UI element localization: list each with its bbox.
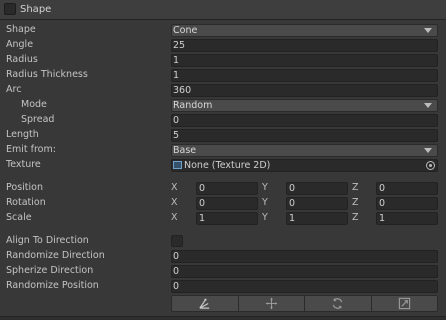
chevron-down-icon xyxy=(424,148,432,153)
chevron-down-icon xyxy=(424,103,432,108)
randomize-position-field[interactable]: 0 xyxy=(171,280,438,293)
randomize-direction-field[interactable]: 0 xyxy=(171,250,438,263)
position-x-field[interactable]: 0 xyxy=(196,182,258,195)
rotation-y-field[interactable]: 0 xyxy=(286,197,348,210)
scale-x-axis-label: X xyxy=(171,212,178,223)
shape-dropdown[interactable]: Cone xyxy=(171,24,438,37)
length-label: Length xyxy=(6,129,39,140)
chevron-down-icon xyxy=(424,28,432,33)
spread-label: Spread xyxy=(21,114,55,125)
panel-bottom-border xyxy=(0,316,446,320)
rotation-z-field[interactable]: 0 xyxy=(376,197,438,210)
move-tool-button[interactable] xyxy=(237,296,305,311)
angle-label: Angle xyxy=(6,39,34,50)
scale-z-field[interactable]: 1 xyxy=(376,212,438,225)
scale-label: Scale xyxy=(6,212,32,223)
position-z-field[interactable]: 0 xyxy=(376,182,438,195)
rotation-y-axis-label: Y xyxy=(262,197,268,208)
edit-shape-button[interactable] xyxy=(172,296,238,311)
spread-field[interactable]: 0 xyxy=(171,114,438,127)
position-y-field[interactable]: 0 xyxy=(286,182,348,195)
arc-field[interactable]: 360 xyxy=(171,84,438,97)
rotation-x-axis-label: X xyxy=(171,197,178,208)
scale-y-field[interactable]: 1 xyxy=(286,212,348,225)
module-enabled-checkbox[interactable] xyxy=(4,3,16,15)
align-to-direction-checkbox[interactable] xyxy=(171,235,183,247)
align-to-direction-label: Align To Direction xyxy=(6,235,89,246)
shape-gizmo-toolbar xyxy=(171,295,438,312)
randomize-position-label: Randomize Position xyxy=(6,280,99,291)
radius-field[interactable]: 1 xyxy=(171,54,438,67)
mode-dropdown[interactable]: Random xyxy=(171,99,438,112)
position-z-axis-label: Z xyxy=(352,182,359,193)
scale-tool-button[interactable] xyxy=(370,296,438,311)
emit-from-label: Emit from: xyxy=(6,144,56,155)
scale-x-field[interactable]: 1 xyxy=(196,212,258,225)
texture-object-field[interactable]: None (Texture 2D) xyxy=(171,159,438,172)
radius-thickness-label: Radius Thickness xyxy=(6,69,88,80)
randomize-direction-label: Randomize Direction xyxy=(6,250,105,261)
scale-z-axis-label: Z xyxy=(352,212,359,223)
rotation-x-field[interactable]: 0 xyxy=(196,197,258,210)
rotate-icon xyxy=(332,298,343,309)
rotate-tool-button[interactable] xyxy=(304,296,371,311)
length-field[interactable]: 5 xyxy=(171,129,438,142)
emit-from-dropdown[interactable]: Base xyxy=(171,144,438,157)
position-label: Position xyxy=(6,182,43,193)
angle-field[interactable]: 25 xyxy=(171,39,438,52)
radius-label: Radius xyxy=(6,54,38,65)
edit-shape-icon xyxy=(199,298,210,309)
module-title: Shape xyxy=(20,4,52,15)
object-picker-icon[interactable] xyxy=(426,161,435,170)
scale-icon xyxy=(398,297,410,310)
spherize-direction-label: Spherize Direction xyxy=(6,265,94,276)
position-y-axis-label: Y xyxy=(262,182,268,193)
scale-y-axis-label: Y xyxy=(262,212,268,223)
shape-value: Cone xyxy=(173,25,198,36)
spherize-direction-field[interactable]: 0 xyxy=(171,265,438,278)
position-x-axis-label: X xyxy=(171,182,178,193)
rotation-z-axis-label: Z xyxy=(352,197,359,208)
texture-label: Texture xyxy=(6,159,41,170)
emit-from-value: Base xyxy=(173,145,197,156)
shape-label: Shape xyxy=(6,24,36,35)
radius-thickness-field[interactable]: 1 xyxy=(171,69,438,82)
mode-value: Random xyxy=(173,100,213,111)
arc-label: Arc xyxy=(6,84,22,95)
mode-label: Mode xyxy=(21,99,47,110)
module-header[interactable]: Shape xyxy=(0,0,446,20)
move-icon xyxy=(265,297,277,310)
rotation-label: Rotation xyxy=(6,197,46,208)
texture-icon xyxy=(173,161,182,169)
texture-value: None (Texture 2D) xyxy=(184,160,271,171)
